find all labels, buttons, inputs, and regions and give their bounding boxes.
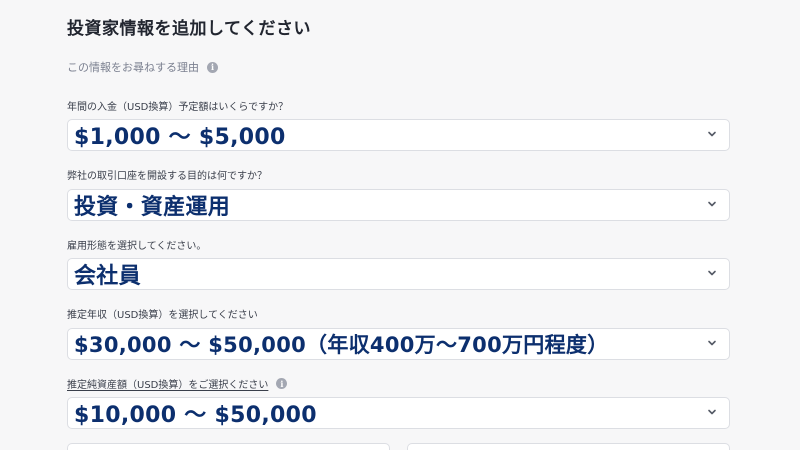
chevron-down-icon <box>708 409 716 415</box>
annual-deposit-label: 年間の入金（USD換算）予定額はいくらですか？ <box>67 98 288 113</box>
next-field-left[interactable] <box>67 443 390 450</box>
net-worth-select[interactable]: $10,000 〜 $50,000 <box>67 397 730 429</box>
next-field-right[interactable] <box>407 443 730 450</box>
employment-type-label-text: 雇用形態を選択してください。 <box>67 241 207 252</box>
employment-type-label: 雇用形態を選択してください。 <box>67 237 206 252</box>
account-purpose-label: 弊社の取引口座を開設する目的は何ですか？ <box>67 167 267 182</box>
why-info-link[interactable]: この情報をお尋ねする理由 i <box>67 59 218 75</box>
annual-income-label-text: 推定年収（USD換算）を選択してください <box>67 310 258 321</box>
annual-deposit-select[interactable]: $1,000 〜 $5,000 <box>67 119 730 151</box>
info-icon[interactable]: i <box>207 61 218 73</box>
employment-type-select[interactable]: 会社員 <box>67 258 730 290</box>
account-purpose-label-text: 弊社の取引口座を開設する目的は何ですか？ <box>67 171 267 182</box>
investor-info-form: 投資家情報を追加してください この情報をお尋ねする理由 i 年間の入金（USD換… <box>0 0 800 450</box>
chevron-down-icon <box>708 131 716 137</box>
annual-income-value: $30,000 〜 $50,000（年収400万〜700万円程度） <box>74 333 609 357</box>
why-info-text: この情報をお尋ねする理由 <box>67 61 199 74</box>
net-worth-value: $10,000 〜 $50,000 <box>74 403 317 428</box>
chevron-down-icon <box>708 270 716 276</box>
info-icon[interactable]: i <box>276 378 288 389</box>
account-purpose-select[interactable]: 投資・資産運用 <box>67 189 730 221</box>
net-worth-label: 推定純資産額（USD換算）をご選択ください i <box>67 376 288 391</box>
chevron-down-icon <box>708 340 716 346</box>
chevron-down-icon <box>708 201 716 207</box>
annual-deposit-label-text: 年間の入金（USD換算）予定額はいくらですか？ <box>67 102 289 113</box>
employment-type-value: 会社員 <box>74 264 141 289</box>
annual-income-select[interactable]: $30,000 〜 $50,000（年収400万〜700万円程度） <box>67 328 730 360</box>
net-worth-label-text: 推定純資産額（USD換算）をご選択ください <box>67 380 269 391</box>
page-title: 投資家情報を追加してください <box>67 19 311 39</box>
annual-deposit-value: $1,000 〜 $5,000 <box>74 125 286 150</box>
annual-income-label: 推定年収（USD換算）を選択してください <box>67 306 258 321</box>
account-purpose-value: 投資・資産運用 <box>74 195 231 220</box>
